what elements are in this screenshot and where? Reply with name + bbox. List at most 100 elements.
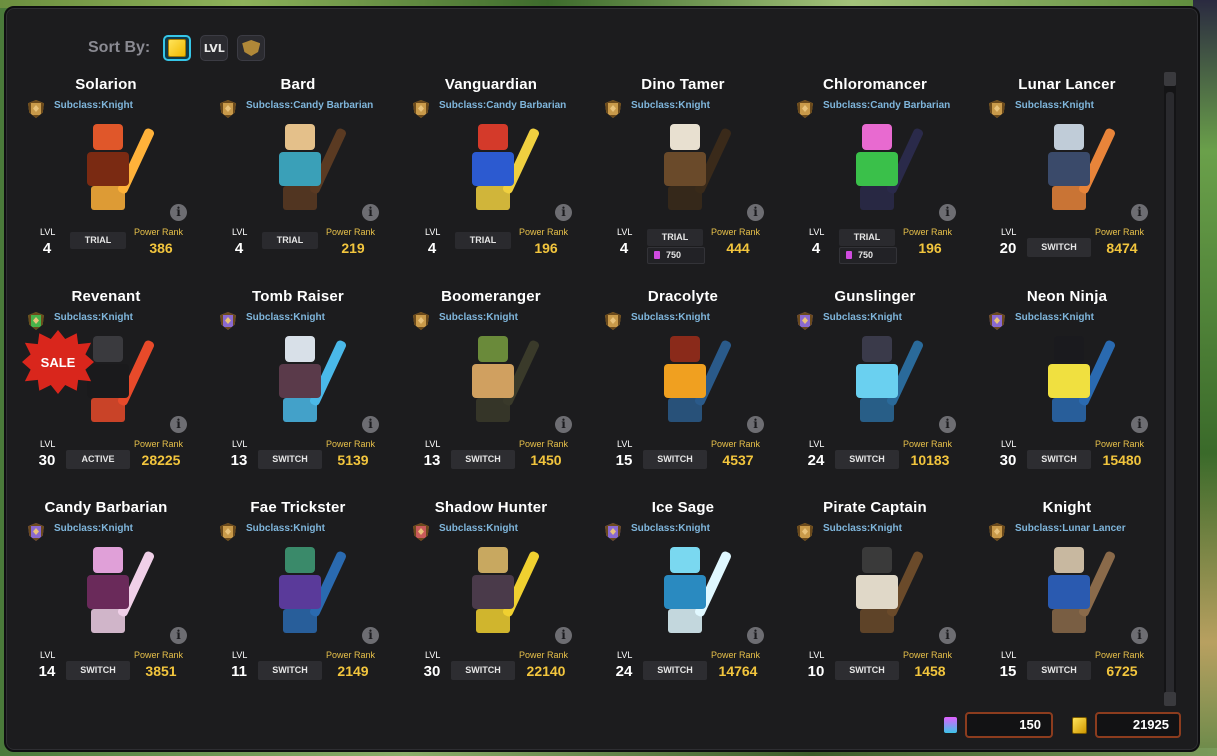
info-icon[interactable]: i (939, 627, 956, 644)
switch-button[interactable]: SWITCH (258, 661, 322, 680)
info-icon[interactable]: i (939, 204, 956, 221)
switch-button[interactable]: SWITCH (643, 661, 707, 680)
subclass-prefix: Subclass: (631, 312, 679, 323)
rank-badge-icon (413, 312, 429, 330)
class-card[interactable]: Boomeranger Subclass:Knight i LVL 13 SWI… (399, 282, 583, 486)
info-icon[interactable]: i (1131, 627, 1148, 644)
switch-button[interactable]: SWITCH (835, 450, 899, 469)
character-figure (265, 543, 348, 635)
trial-price[interactable]: 750 (647, 247, 705, 264)
level-value: 4 (427, 240, 437, 257)
class-portrait (433, 326, 553, 430)
subclass-value: Candy Barbarian (870, 100, 951, 111)
scrollbar[interactable] (1164, 72, 1176, 706)
character-figure (265, 120, 348, 212)
level-value: 30 (38, 452, 56, 469)
info-icon[interactable]: i (170, 627, 187, 644)
info-icon[interactable]: i (170, 204, 187, 221)
level-value: 11 (231, 663, 247, 680)
class-portrait (48, 537, 168, 641)
sort-by-power-button[interactable] (163, 35, 192, 61)
info-icon[interactable]: i (362, 204, 379, 221)
trial-button[interactable]: TRIAL (647, 229, 703, 246)
switch-button[interactable]: SWITCH (451, 661, 515, 680)
level-value: 4 (42, 240, 52, 257)
class-card[interactable]: Gunslinger Subclass:Knight i LVL 24 SWIT… (783, 282, 967, 486)
info-icon[interactable]: i (555, 204, 572, 221)
class-card[interactable]: Shadow Hunter Subclass:Knight i LVL 30 S… (399, 493, 583, 697)
character-figure (650, 120, 733, 212)
trial-button[interactable]: TRIAL (455, 232, 511, 249)
switch-button[interactable]: SWITCH (66, 661, 130, 680)
active-button[interactable]: ACTIVE (66, 450, 130, 469)
class-card[interactable]: Lunar Lancer Subclass:Knight i LVL 20 SW… (975, 70, 1159, 274)
sort-by-level-button[interactable]: LVL (200, 35, 229, 61)
subclass-prefix: Subclass: (54, 100, 102, 111)
level-value: 13 (423, 452, 441, 469)
switch-button[interactable]: SWITCH (1027, 661, 1091, 680)
switch-button[interactable]: SWITCH (835, 661, 899, 680)
subclass-value: Knight (870, 312, 902, 323)
info-icon[interactable]: i (1131, 204, 1148, 221)
trial-price[interactable]: 750 (839, 247, 897, 264)
info-icon[interactable]: i (747, 416, 764, 433)
scroll-thumb[interactable] (1166, 92, 1174, 702)
trial-button[interactable]: TRIAL (70, 232, 126, 249)
character-figure (1034, 120, 1117, 212)
class-card[interactable]: Candy Barbarian Subclass:Knight i LVL 14… (14, 493, 198, 697)
scroll-up-button[interactable] (1164, 72, 1176, 86)
class-card[interactable]: Chloromancer Subclass:Candy Barbarian i … (783, 70, 967, 274)
info-icon[interactable]: i (555, 627, 572, 644)
switch-button[interactable]: SWITCH (1027, 450, 1091, 469)
power-rank-value: 386 (149, 240, 173, 256)
class-card[interactable]: Dino Tamer Subclass:Knight i LVL 4 TRIAL… (591, 70, 775, 274)
class-card[interactable]: Solarion Subclass:Knight i LVL 4 TRIAL P… (14, 70, 198, 274)
class-card[interactable]: Knight Subclass:Lunar Lancer i LVL 15 SW… (975, 493, 1159, 697)
trial-button[interactable]: TRIAL (839, 229, 895, 246)
info-icon[interactable]: i (747, 204, 764, 221)
rank-badge-icon (28, 100, 44, 118)
class-card[interactable]: Bard Subclass:Candy Barbarian i LVL 4 TR… (206, 70, 390, 274)
power-rank-value: 10183 (910, 452, 950, 468)
character-figure (1034, 543, 1117, 635)
switch-button[interactable]: SWITCH (1027, 238, 1091, 257)
subclass-text: Subclass:Candy Barbarian (823, 100, 950, 111)
level-label: LVL (617, 227, 633, 237)
switch-button[interactable]: SWITCH (258, 450, 322, 469)
class-card[interactable]: Revenant Subclass:Knight i LVL 30 ACTIVE… (14, 282, 198, 486)
subclass-value: Knight (101, 100, 133, 111)
class-card[interactable]: Neon Ninja Subclass:Knight i LVL 30 SWIT… (975, 282, 1159, 486)
trial-button[interactable]: TRIAL (262, 232, 318, 249)
class-name: Gunslinger (834, 288, 916, 305)
switch-button[interactable]: SWITCH (643, 450, 707, 469)
class-portrait (1009, 114, 1129, 218)
level-value: 30 (999, 452, 1017, 469)
class-card[interactable]: Ice Sage Subclass:Knight i LVL 24 SWITCH… (591, 493, 775, 697)
scroll-down-button[interactable] (1164, 692, 1176, 706)
class-card[interactable]: Fae Trickster Subclass:Knight i LVL 11 S… (206, 493, 390, 697)
class-grid: Solarion Subclass:Knight i LVL 4 TRIAL P… (14, 70, 1174, 710)
class-card[interactable]: Dracolyte Subclass:Knight i LVL 15 SWITC… (591, 282, 775, 486)
subclass-text: Subclass:Knight (54, 523, 133, 534)
power-rank-value: 1450 (530, 452, 562, 468)
power-rank-value: 3851 (145, 663, 177, 679)
subclass-value: Candy Barbarian (486, 100, 567, 111)
info-icon[interactable]: i (362, 416, 379, 433)
info-icon[interactable]: i (939, 416, 956, 433)
subclass-text: Subclass:Knight (439, 523, 518, 534)
switch-button[interactable]: SWITCH (451, 450, 515, 469)
info-icon[interactable]: i (1131, 416, 1148, 433)
info-icon[interactable]: i (170, 416, 187, 433)
info-icon[interactable]: i (555, 416, 572, 433)
flux-icon (654, 251, 660, 259)
sort-by-rank-button[interactable] (237, 35, 266, 61)
class-card[interactable]: Pirate Captain Subclass:Knight i LVL 10 … (783, 493, 967, 697)
info-icon[interactable]: i (747, 627, 764, 644)
power-rank-value: 6725 (1106, 663, 1138, 679)
level-label: LVL (40, 650, 56, 660)
power-rank-value: 8474 (1106, 240, 1138, 256)
rank-badge-icon (220, 100, 236, 118)
info-icon[interactable]: i (362, 627, 379, 644)
class-card[interactable]: Vanguardian Subclass:Candy Barbarian i L… (399, 70, 583, 274)
class-card[interactable]: Tomb Raiser Subclass:Knight i LVL 13 SWI… (206, 282, 390, 486)
